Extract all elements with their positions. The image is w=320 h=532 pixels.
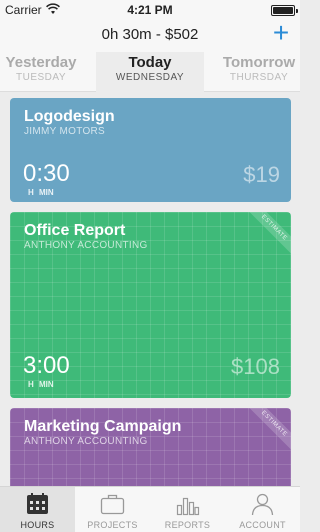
day-name: Today: [128, 54, 172, 71]
header: 0h 30m - $502 + Yesterday TUESDAY Today …: [0, 19, 300, 93]
calendar-icon: [27, 493, 48, 514]
duration-units: H MIN: [28, 188, 54, 197]
tab-hours[interactable]: HOURS: [0, 487, 75, 532]
estimate-ribbon: ESTIMATE: [245, 408, 291, 453]
tab-label: PROJECTS: [87, 520, 138, 530]
client-name: JIMMY MOTORS: [24, 126, 106, 137]
person-icon: [251, 493, 274, 516]
minutes-unit: MIN: [39, 188, 54, 197]
day-name: Tomorrow: [222, 54, 296, 71]
briefcase-icon: [100, 494, 125, 515]
tab-bar: HOURS PROJECTS REPORTS ACCOUNT: [0, 486, 300, 532]
day-yesterday[interactable]: Yesterday TUESDAY: [0, 52, 82, 92]
tab-label: REPORTS: [164, 520, 211, 530]
project-title: Office Report: [24, 222, 126, 239]
estimate-ribbon: ESTIMATE: [245, 212, 291, 257]
hours-unit: H: [28, 380, 34, 389]
minutes-unit: MIN: [39, 380, 54, 389]
time-entry-card[interactable]: ESTIMATE Marketing Campaign ANTHONY ACCO…: [10, 408, 291, 486]
status-bar: Carrier 4:21 PM: [0, 0, 300, 20]
project-title: Marketing Campaign: [24, 418, 182, 435]
day-selector: Yesterday TUESDAY Today WEDNESDAY Tomorr…: [0, 52, 300, 93]
day-tomorrow[interactable]: Tomorrow THURSDAY: [218, 52, 300, 92]
tab-projects[interactable]: PROJECTS: [75, 487, 150, 532]
time-entry-list: Logodesign JIMMY MOTORS 0:30 H MIN $19 E…: [0, 92, 300, 486]
day-weekday: TUESDAY: [16, 72, 66, 83]
time-entry-card[interactable]: Logodesign JIMMY MOTORS 0:30 H MIN $19: [10, 98, 291, 202]
tab-label: HOURS: [20, 520, 55, 530]
day-summary: 0h 30m - $502: [101, 26, 199, 43]
duration: 0:30: [23, 160, 70, 187]
battery-icon: [271, 5, 298, 16]
time-entry-card[interactable]: ESTIMATE Office Report ANTHONY ACCOUNTIN…: [10, 212, 291, 398]
hours-unit: H: [28, 188, 34, 197]
tab-label: ACCOUNT: [239, 520, 286, 530]
client-name: ANTHONY ACCOUNTING: [24, 240, 148, 251]
duration-units: H MIN: [28, 380, 54, 389]
bar-chart-icon: [176, 497, 200, 516]
client-name: ANTHONY ACCOUNTING: [24, 436, 148, 447]
duration: 3:00: [23, 352, 70, 379]
tab-reports[interactable]: REPORTS: [150, 487, 225, 532]
amount: $19: [243, 162, 280, 187]
clock: 4:21 PM: [127, 3, 173, 17]
tab-account[interactable]: ACCOUNT: [225, 487, 300, 532]
day-weekday: WEDNESDAY: [115, 72, 185, 83]
day-weekday: THURSDAY: [229, 72, 289, 83]
day-name: Yesterday: [5, 54, 77, 71]
amount: $108: [231, 354, 280, 379]
add-entry-button[interactable]: +: [270, 19, 292, 47]
project-title: Logodesign: [24, 108, 115, 125]
day-today[interactable]: Today WEDNESDAY: [96, 52, 204, 93]
